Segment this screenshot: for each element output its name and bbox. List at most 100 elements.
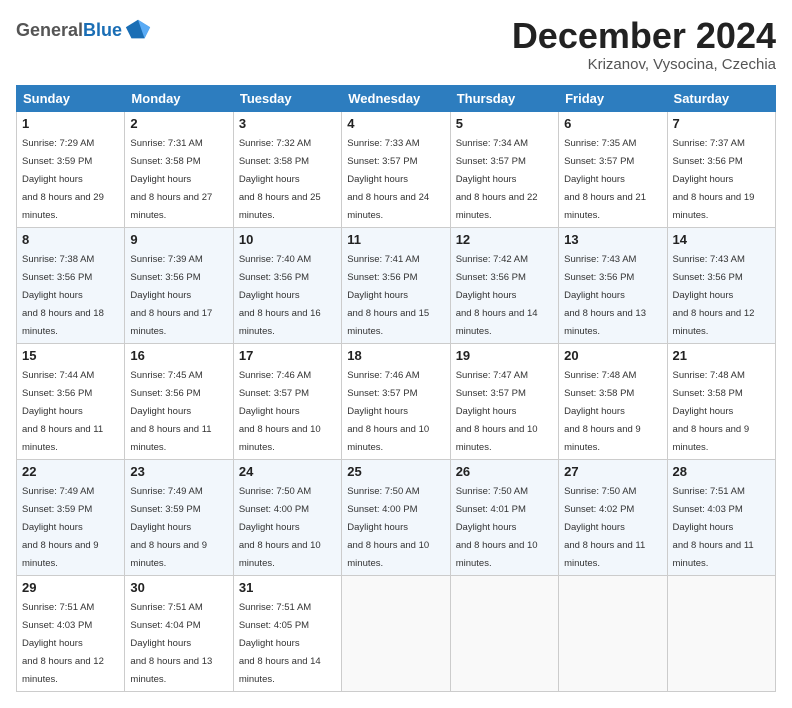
calendar-header-row: Sunday Monday Tuesday Wednesday Thursday… <box>17 85 776 111</box>
day-number: 31 <box>239 580 336 595</box>
day-detail: Sunrise: 7:50 AMSunset: 4:02 PMDaylight … <box>564 486 645 569</box>
day-detail: Sunrise: 7:47 AMSunset: 3:57 PMDaylight … <box>456 370 538 453</box>
table-row: 9Sunrise: 7:39 AMSunset: 3:56 PMDaylight… <box>125 227 233 343</box>
day-number: 9 <box>130 232 227 247</box>
table-row: 26 Sunrise: 7:50 AMSunset: 4:01 PMDayligh… <box>450 459 558 575</box>
calendar-row: 8 Sunrise: 7:38 AMSunset: 3:56 PMDaylight… <box>17 227 776 343</box>
table-row: 8 Sunrise: 7:38 AMSunset: 3:56 PMDaylight… <box>17 227 125 343</box>
day-number: 17 <box>239 348 336 363</box>
day-number: 28 <box>673 464 770 479</box>
table-row: 23 Sunrise: 7:49 AMSunset: 3:59 PMDayligh… <box>125 459 233 575</box>
col-wednesday: Wednesday <box>342 85 450 111</box>
day-detail: Sunrise: 7:34 AMSunset: 3:57 PMDaylight … <box>456 138 538 221</box>
table-row: 16 Sunrise: 7:45 AMSunset: 3:56 PMDayligh… <box>125 343 233 459</box>
title-section: December 2024 Krizanov, Vysocina, Czechi… <box>512 16 776 73</box>
col-sunday: Sunday <box>17 85 125 111</box>
day-number: 21 <box>673 348 770 363</box>
page-header: General Blue December 2024 Krizanov, Vys… <box>16 16 776 73</box>
day-detail: Sunrise: 7:44 AMSunset: 3:56 PMDaylight … <box>22 370 103 453</box>
col-saturday: Saturday <box>667 85 775 111</box>
day-number: 30 <box>130 580 227 595</box>
day-number: 20 <box>564 348 661 363</box>
table-row: 10 Sunrise: 7:40 AMSunset: 3:56 PMDayligh… <box>233 227 341 343</box>
day-number: 22 <box>22 464 119 479</box>
day-number: 12 <box>456 232 553 247</box>
calendar-table: Sunday Monday Tuesday Wednesday Thursday… <box>16 85 776 692</box>
table-row: 18 Sunrise: 7:46 AMSunset: 3:57 PMDayligh… <box>342 343 450 459</box>
day-detail: Sunrise: 7:51 AMSunset: 4:04 PMDaylight … <box>130 602 212 685</box>
logo-general: General <box>16 20 83 41</box>
table-row: 19 Sunrise: 7:47 AMSunset: 3:57 PMDayligh… <box>450 343 558 459</box>
col-friday: Friday <box>559 85 667 111</box>
table-row: 27 Sunrise: 7:50 AMSunset: 4:02 PMDayligh… <box>559 459 667 575</box>
day-number: 23 <box>130 464 227 479</box>
day-detail: Sunrise: 7:46 AMSunset: 3:57 PMDaylight … <box>347 370 429 453</box>
day-number: 16 <box>130 348 227 363</box>
table-row: 15 Sunrise: 7:44 AMSunset: 3:56 PMDayligh… <box>17 343 125 459</box>
table-row: 30 Sunrise: 7:51 AMSunset: 4:04 PMDayligh… <box>125 575 233 691</box>
day-detail: Sunrise: 7:42 AMSunset: 3:56 PMDaylight … <box>456 254 538 337</box>
day-number: 19 <box>456 348 553 363</box>
day-detail: Sunrise: 7:41 AMSunset: 3:56 PMDaylight … <box>347 254 429 337</box>
table-row: 31 Sunrise: 7:51 AMSunset: 4:05 PMDayligh… <box>233 575 341 691</box>
day-detail: Sunrise: 7:43 AMSunset: 3:56 PMDaylight … <box>673 254 755 337</box>
table-row: 5 Sunrise: 7:34 AMSunset: 3:57 PMDaylight… <box>450 111 558 227</box>
table-row: 14 Sunrise: 7:43 AMSunset: 3:56 PMDayligh… <box>667 227 775 343</box>
day-detail: Sunrise: 7:51 AMSunset: 4:03 PMDaylight … <box>22 602 104 685</box>
day-detail: Sunrise: 7:32 AMSunset: 3:58 PMDaylight … <box>239 138 321 221</box>
month-title: December 2024 <box>512 16 776 56</box>
logo-icon <box>124 16 152 44</box>
col-thursday: Thursday <box>450 85 558 111</box>
day-number: 10 <box>239 232 336 247</box>
empty-cell <box>450 575 558 691</box>
day-detail: Sunrise: 7:50 AMSunset: 4:00 PMDaylight … <box>347 486 429 569</box>
day-detail: Sunrise: 7:51 AMSunset: 4:03 PMDaylight … <box>673 486 754 569</box>
day-detail: Sunrise: 7:49 AMSunset: 3:59 PMDaylight … <box>130 486 207 569</box>
day-detail: Sunrise: 7:40 AMSunset: 3:56 PMDaylight … <box>239 254 321 337</box>
table-row: 2Sunrise: 7:31 AMSunset: 3:58 PMDaylight… <box>125 111 233 227</box>
day-detail: Sunrise: 7:45 AMSunset: 3:56 PMDaylight … <box>130 370 211 453</box>
day-detail: Sunrise: 7:31 AMSunset: 3:58 PMDaylight … <box>130 138 212 221</box>
table-row: 21 Sunrise: 7:48 AMSunset: 3:58 PMDayligh… <box>667 343 775 459</box>
day-number: 26 <box>456 464 553 479</box>
day-detail: Sunrise: 7:48 AMSunset: 3:58 PMDaylight … <box>564 370 641 453</box>
day-detail: Sunrise: 7:38 AMSunset: 3:56 PMDaylight … <box>22 254 104 337</box>
day-number: 14 <box>673 232 770 247</box>
table-row: 28 Sunrise: 7:51 AMSunset: 4:03 PMDayligh… <box>667 459 775 575</box>
table-row: 11 Sunrise: 7:41 AMSunset: 3:56 PMDayligh… <box>342 227 450 343</box>
day-detail: Sunrise: 7:35 AMSunset: 3:57 PMDaylight … <box>564 138 646 221</box>
table-row: 24Sunrise: 7:50 AMSunset: 4:00 PMDayligh… <box>233 459 341 575</box>
empty-cell <box>667 575 775 691</box>
table-row: 20 Sunrise: 7:48 AMSunset: 3:58 PMDayligh… <box>559 343 667 459</box>
day-number: 18 <box>347 348 444 363</box>
day-number: 8 <box>22 232 119 247</box>
table-row: 13Sunrise: 7:43 AMSunset: 3:56 PMDayligh… <box>559 227 667 343</box>
col-monday: Monday <box>125 85 233 111</box>
day-number: 25 <box>347 464 444 479</box>
day-number: 4 <box>347 116 444 131</box>
table-row: 7Sunrise: 7:37 AMSunset: 3:56 PMDaylight… <box>667 111 775 227</box>
logo: General Blue <box>16 16 152 44</box>
day-number: 27 <box>564 464 661 479</box>
day-number: 11 <box>347 232 444 247</box>
empty-cell <box>559 575 667 691</box>
day-number: 15 <box>22 348 119 363</box>
day-number: 29 <box>22 580 119 595</box>
day-detail: Sunrise: 7:51 AMSunset: 4:05 PMDaylight … <box>239 602 321 685</box>
empty-cell <box>342 575 450 691</box>
day-detail: Sunrise: 7:49 AMSunset: 3:59 PMDaylight … <box>22 486 99 569</box>
day-detail: Sunrise: 7:46 AMSunset: 3:57 PMDaylight … <box>239 370 321 453</box>
day-detail: Sunrise: 7:50 AMSunset: 4:01 PMDaylight … <box>456 486 538 569</box>
day-number: 7 <box>673 116 770 131</box>
day-number: 5 <box>456 116 553 131</box>
table-row: 29 Sunrise: 7:51 AMSunset: 4:03 PMDayligh… <box>17 575 125 691</box>
day-detail: Sunrise: 7:43 AMSunset: 3:56 PMDaylight … <box>564 254 646 337</box>
day-detail: Sunrise: 7:33 AMSunset: 3:57 PMDaylight … <box>347 138 429 221</box>
calendar-row: 22 Sunrise: 7:49 AMSunset: 3:59 PMDayligh… <box>17 459 776 575</box>
day-detail: Sunrise: 7:48 AMSunset: 3:58 PMDaylight … <box>673 370 750 453</box>
calendar-row: 1Sunrise: 7:29 AMSunset: 3:59 PMDaylight… <box>17 111 776 227</box>
table-row: 17 Sunrise: 7:46 AMSunset: 3:57 PMDayligh… <box>233 343 341 459</box>
logo-blue: Blue <box>83 20 122 41</box>
table-row: 22 Sunrise: 7:49 AMSunset: 3:59 PMDayligh… <box>17 459 125 575</box>
table-row: 12 Sunrise: 7:42 AMSunset: 3:56 PMDayligh… <box>450 227 558 343</box>
